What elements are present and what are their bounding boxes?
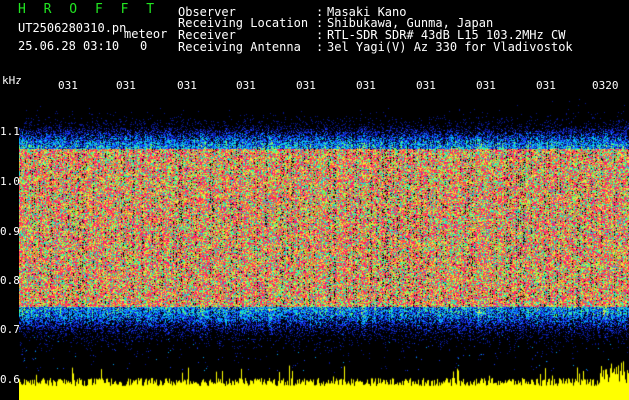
- x-tick-label: 0320: [592, 79, 619, 92]
- x-tick-label: 031: [416, 79, 436, 92]
- x-tick-label: 031: [356, 79, 376, 92]
- antenna-label: Receiving Antenna: [178, 40, 301, 54]
- spectrogram-canvas: [19, 81, 629, 400]
- counter: 0: [140, 39, 148, 53]
- file-name: UT2506280310.pn: [18, 21, 127, 35]
- timestamp: 25.06.28 03:10: [18, 39, 120, 53]
- y-tick-label: 1.0: [0, 175, 20, 188]
- brand-title: H R O F F T: [18, 2, 160, 17]
- spectrogram-window: H R O F F T UT2506280310.pn meteor 25.06…: [0, 0, 629, 400]
- x-tick-label: 031: [116, 79, 136, 92]
- antenna-value: 3el Yagi(V) Az 330 for Vladivostok: [327, 40, 573, 54]
- y-tick-label: 0.7: [0, 323, 20, 336]
- x-tick-label: 031: [177, 79, 197, 92]
- x-tick-label: 031: [236, 79, 256, 92]
- x-tick-label: 031: [296, 79, 316, 92]
- x-tick-label: 031: [476, 79, 496, 92]
- y-tick-label: 0.9: [0, 225, 20, 238]
- x-tick-label: 031: [58, 79, 78, 92]
- y-tick-label: 0.8: [0, 274, 20, 287]
- y-tick-label: 0.6: [0, 373, 20, 386]
- x-tick-label: 031: [536, 79, 556, 92]
- antenna-sep: :: [316, 40, 324, 54]
- y-tick-label: 1.1: [0, 125, 20, 138]
